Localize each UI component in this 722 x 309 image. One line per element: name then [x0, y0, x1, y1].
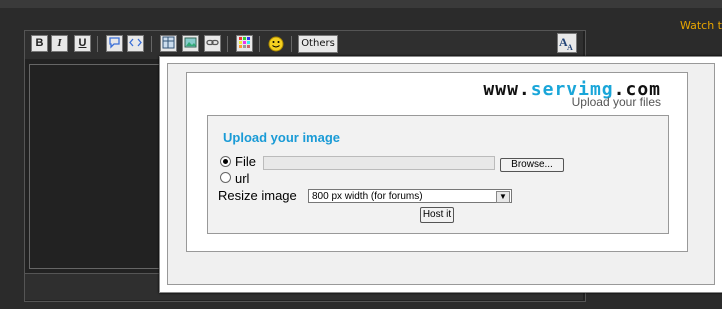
svg-text:A: A — [567, 43, 573, 52]
others-button[interactable]: Others — [298, 35, 338, 53]
editor-toolbar: B I U Others AA — [25, 31, 583, 59]
table-icon[interactable] — [160, 35, 177, 52]
host-it-button[interactable]: Host it — [420, 207, 454, 223]
toolbar-divider — [151, 36, 152, 52]
italic-button[interactable]: I — [51, 35, 68, 52]
toolbar-divider — [97, 36, 98, 52]
smiley-icon[interactable] — [267, 35, 284, 52]
url-radio[interactable] — [220, 172, 231, 183]
image-icon[interactable] — [182, 35, 199, 52]
font-size-icon[interactable]: AA — [557, 33, 577, 53]
chevron-down-icon[interactable]: ▼ — [496, 191, 510, 203]
resize-selected-value: 800 px width (for forums) — [312, 191, 423, 202]
header-strip: Watch t — [0, 8, 722, 32]
tagline: Upload your files — [571, 95, 661, 109]
color-palette-icon[interactable] — [236, 35, 253, 52]
link-icon[interactable] — [204, 35, 221, 52]
underline-button[interactable]: U — [74, 35, 91, 52]
upload-popup: www.servimg.com Upload your files Upload… — [159, 56, 722, 293]
browse-button[interactable]: Browse... — [500, 158, 564, 172]
servimg-host-panel: www.servimg.com Upload your files Upload… — [186, 72, 688, 252]
url-label: url — [235, 171, 250, 186]
file-label: File — [235, 154, 256, 169]
popup-frame: www.servimg.com Upload your files Upload… — [167, 63, 715, 285]
toolbar-divider — [259, 36, 260, 52]
bold-button[interactable]: B — [31, 35, 48, 52]
toolbar-divider — [227, 36, 228, 52]
upload-title: Upload your image — [223, 130, 341, 145]
watch-link[interactable]: Watch t — [680, 19, 722, 32]
code-icon[interactable] — [127, 35, 144, 52]
toolbar-divider — [291, 36, 292, 52]
resize-label: Resize image — [218, 188, 297, 203]
resize-select[interactable]: 800 px width (for forums) ▼ — [308, 189, 512, 203]
file-path-input[interactable] — [263, 156, 495, 170]
quote-icon[interactable] — [106, 35, 123, 52]
file-radio[interactable] — [220, 156, 231, 167]
message-textarea[interactable] — [29, 64, 165, 269]
upload-form: Upload your image File Browse... url Res… — [207, 115, 669, 234]
